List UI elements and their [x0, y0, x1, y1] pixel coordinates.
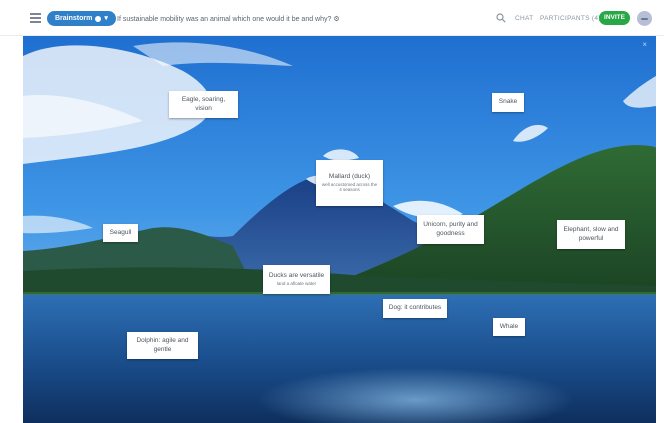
- sticky-note[interactable]: Snake: [492, 93, 524, 112]
- sticky-note[interactable]: Seagull: [103, 224, 138, 242]
- note-title: Eagle, soaring, vision: [181, 95, 226, 112]
- note-title: Elephant, slow and powerful: [563, 225, 619, 242]
- sticky-note[interactable]: Eagle, soaring, vision: [169, 91, 238, 118]
- sticky-note[interactable]: Unicorn, purity and goodness: [417, 215, 484, 244]
- note-subtitle: well accustomed across the 4 seasons: [321, 181, 378, 193]
- question-title[interactable]: If sustainable mobility was an animal wh…: [117, 15, 340, 23]
- note-title: Dog: it contributes: [388, 304, 442, 312]
- sticky-note[interactable]: Ducks are versatile land a afloate water: [263, 265, 330, 294]
- avatar[interactable]: [637, 11, 652, 26]
- board-canvas[interactable]: × Eagle, soaring, vision Snake Mallard (…: [23, 36, 656, 423]
- note-title: Mallard (duck): [328, 172, 371, 180]
- participants-link[interactable]: PARTICIPANTS (4): [540, 15, 601, 22]
- close-icon[interactable]: ×: [642, 40, 647, 49]
- note-title: Seagull: [109, 228, 132, 236]
- mode-label: Brainstorm: [55, 15, 93, 22]
- chat-link[interactable]: CHAT: [515, 15, 533, 22]
- note-title: Snake: [498, 98, 518, 106]
- note-title: Dolphin: agile and gentle: [136, 336, 189, 353]
- note-title: Ducks are versatile: [268, 272, 325, 280]
- note-title: Whale: [499, 322, 519, 330]
- mode-indicator-icon: [95, 15, 102, 22]
- invite-button[interactable]: INVITE: [599, 11, 630, 25]
- sticky-note[interactable]: Elephant, slow and powerful: [557, 220, 625, 249]
- search-icon[interactable]: [496, 13, 506, 23]
- mode-selector[interactable]: Brainstorm ▾: [47, 11, 116, 26]
- chevron-down-icon: ▾: [104, 15, 108, 22]
- sticky-note[interactable]: Dolphin: agile and gentle: [127, 332, 198, 359]
- sticky-note[interactable]: Dog: it contributes: [383, 299, 447, 318]
- note-title: Unicorn, purity and goodness: [423, 220, 478, 237]
- top-bar: Brainstorm ▾ If sustainable mobility was…: [0, 0, 664, 36]
- menu-icon[interactable]: [30, 13, 41, 23]
- note-subtitle: land a afloate water: [276, 280, 317, 286]
- sticky-note[interactable]: Mallard (duck) well accustomed across th…: [316, 160, 383, 206]
- sticky-note[interactable]: Whale: [493, 318, 525, 336]
